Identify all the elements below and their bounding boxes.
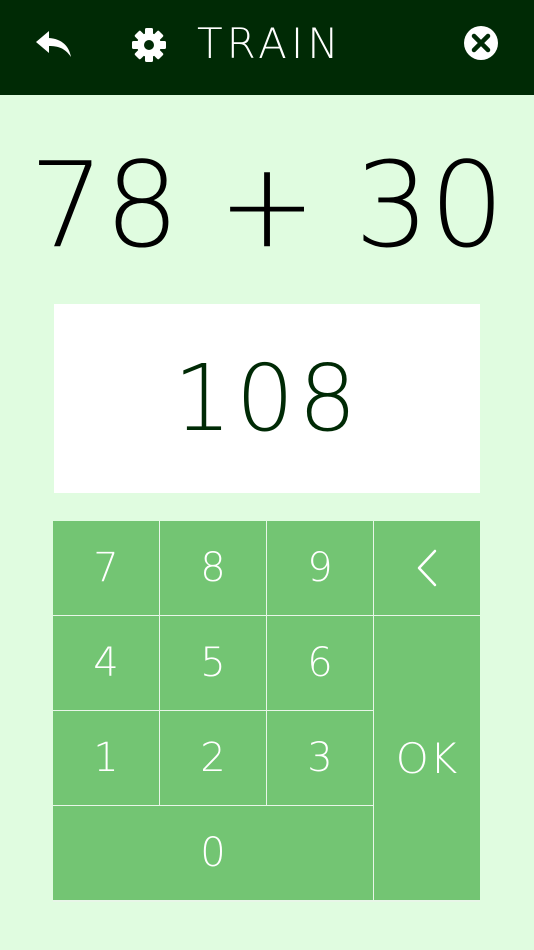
ok-button[interactable]: OK — [374, 616, 480, 900]
key-4[interactable]: 4 — [53, 616, 159, 710]
problem-right-operand: 30 — [354, 136, 505, 274]
header-bar: TRAIN — [0, 0, 534, 95]
gear-icon — [132, 28, 166, 62]
back-arrow-icon — [36, 31, 71, 57]
math-problem: 78 + 30 — [0, 140, 534, 270]
answer-value: 108 — [173, 345, 361, 452]
chevron-left-icon — [417, 549, 437, 587]
back-button[interactable] — [30, 24, 78, 64]
problem-left-operand: 78 — [29, 136, 180, 274]
page-title: TRAIN — [197, 19, 343, 68]
key-6[interactable]: 6 — [267, 616, 373, 710]
problem-operator: + — [217, 136, 317, 274]
key-5[interactable]: 5 — [160, 616, 266, 710]
settings-button[interactable] — [128, 24, 170, 66]
answer-display: 108 — [54, 304, 480, 493]
close-circle-icon — [464, 26, 498, 60]
key-7[interactable]: 7 — [53, 521, 159, 615]
key-0[interactable]: 0 — [53, 806, 373, 900]
key-9[interactable]: 9 — [267, 521, 373, 615]
key-1[interactable]: 1 — [53, 711, 159, 805]
key-2[interactable]: 2 — [160, 711, 266, 805]
key-3[interactable]: 3 — [267, 711, 373, 805]
key-8[interactable]: 8 — [160, 521, 266, 615]
backspace-button[interactable] — [374, 521, 480, 615]
close-button[interactable] — [460, 22, 502, 64]
number-keypad: 7 8 9 4 5 6 OK 1 2 3 0 — [53, 521, 480, 902]
